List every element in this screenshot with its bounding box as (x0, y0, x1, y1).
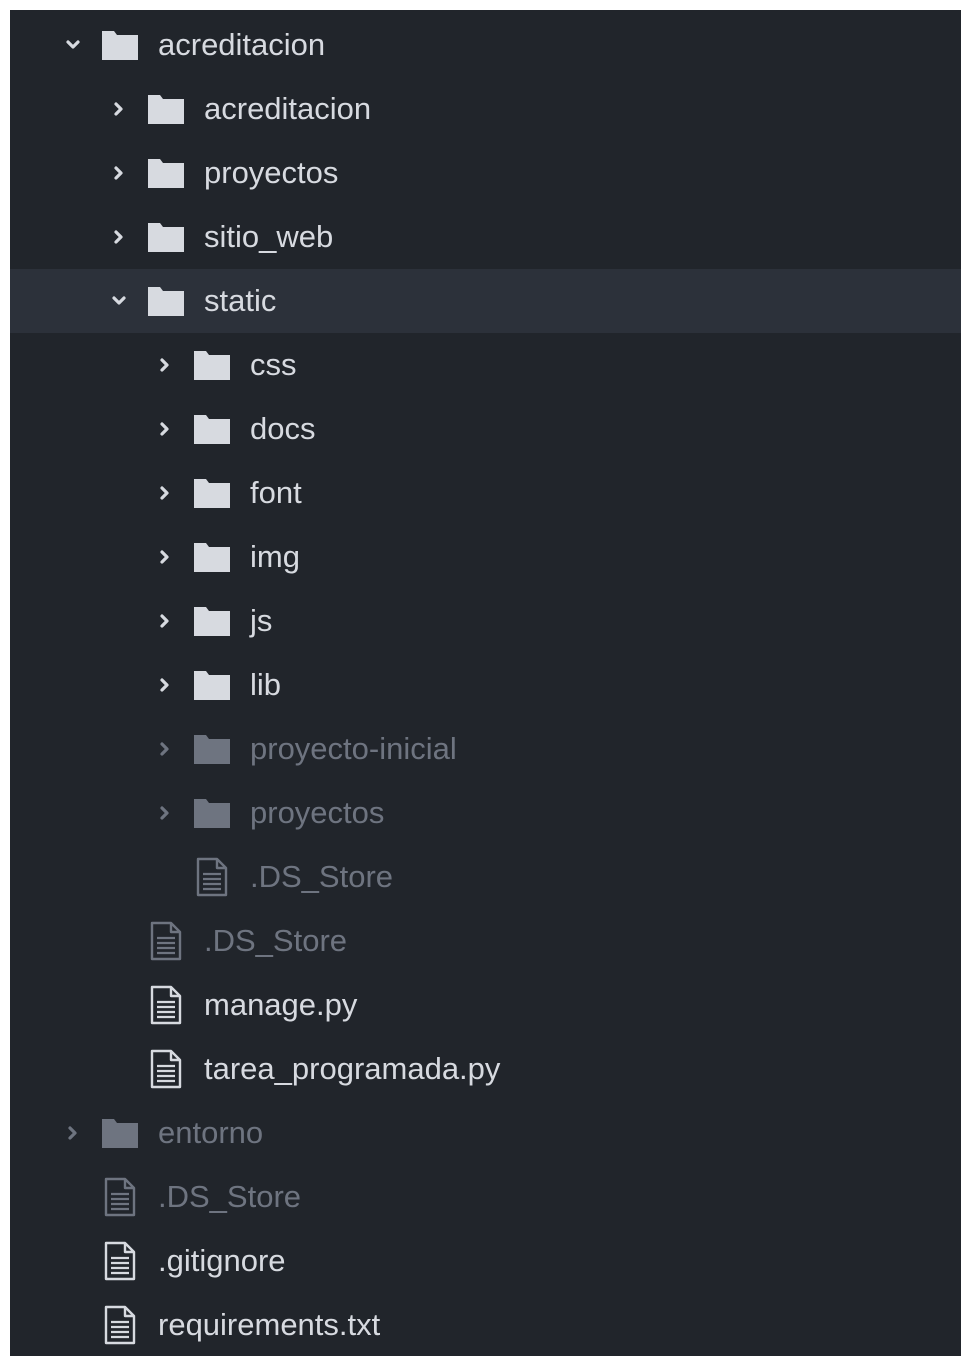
tree-row-folder-acreditacion[interactable]: acreditacion (10, 77, 961, 141)
tree-row-label: docs (250, 411, 316, 446)
file-text-icon (100, 1241, 140, 1281)
tree-row-label: img (250, 539, 300, 574)
tree-row-folder-js[interactable]: js (10, 589, 961, 653)
tree-row-file-gitignore[interactable]: .gitignore (10, 1229, 961, 1293)
tree-row-label: manage.py (204, 987, 358, 1022)
chevron-right-icon[interactable] (106, 224, 132, 250)
folder-icon (192, 601, 232, 641)
tree-row-label: static (204, 283, 277, 318)
chevron-right-icon[interactable] (152, 800, 178, 826)
chevron-right-icon[interactable] (106, 96, 132, 122)
folder-icon (146, 89, 186, 129)
chevron-right-icon[interactable] (106, 160, 132, 186)
tree-row-folder-font[interactable]: font (10, 461, 961, 525)
folder-icon (192, 665, 232, 705)
tree-row-label: tarea_programada.py (204, 1051, 501, 1086)
tree-row-label: css (250, 347, 297, 382)
chevron-right-icon[interactable] (152, 480, 178, 506)
folder-icon (100, 1113, 140, 1153)
chevron-down-icon[interactable] (60, 32, 86, 58)
tree-row-label: requirements.txt (158, 1307, 381, 1342)
tree-row-file-ds-store[interactable]: .DS_Store (10, 909, 961, 973)
folder-icon (146, 153, 186, 193)
chevron-right-icon[interactable] (152, 544, 178, 570)
chevron-right-icon[interactable] (152, 608, 178, 634)
tree-row-folder-proyectos[interactable]: proyectos (10, 781, 961, 845)
chevron-right-icon[interactable] (152, 352, 178, 378)
file-text-icon (146, 1049, 186, 1089)
folder-icon (146, 281, 186, 321)
tree-row-folder-acreditacion[interactable]: acreditacion (10, 13, 961, 77)
file-text-icon (100, 1305, 140, 1345)
chevron-right-icon[interactable] (152, 672, 178, 698)
tree-row-folder-sitio-web[interactable]: sitio_web (10, 205, 961, 269)
tree-row-folder-lib[interactable]: lib (10, 653, 961, 717)
file-text-icon (146, 985, 186, 1025)
folder-icon (146, 217, 186, 257)
file-text-icon (100, 1177, 140, 1217)
tree-row-label: acreditacion (204, 91, 372, 126)
folder-icon (100, 25, 140, 65)
folder-icon (192, 409, 232, 449)
file-text-icon (146, 921, 186, 961)
folder-icon (192, 793, 232, 833)
tree-row-file-tarea-programada-py[interactable]: tarea_programada.py (10, 1037, 961, 1101)
tree-row-label: .gitignore (158, 1243, 286, 1278)
tree-row-folder-proyecto-inicial[interactable]: proyecto-inicial (10, 717, 961, 781)
chevron-down-icon[interactable] (106, 288, 132, 314)
tree-row-folder-docs[interactable]: docs (10, 397, 961, 461)
tree-row-label: acreditacion (158, 27, 326, 62)
folder-icon (192, 473, 232, 513)
tree-row-label: sitio_web (204, 219, 334, 254)
tree-row-label: proyectos (250, 795, 385, 830)
tree-row-folder-img[interactable]: img (10, 525, 961, 589)
chevron-right-icon[interactable] (152, 416, 178, 442)
tree-row-label: js (250, 603, 273, 638)
tree-row-label: proyecto-inicial (250, 731, 457, 766)
tree-row-label: proyectos (204, 155, 339, 190)
folder-icon (192, 345, 232, 385)
tree-row-file-requirements-txt[interactable]: requirements.txt (10, 1293, 961, 1356)
tree-row-label: font (250, 475, 302, 510)
tree-row-label: lib (250, 667, 282, 702)
chevron-right-icon[interactable] (152, 736, 178, 762)
tree-row-folder-css[interactable]: css (10, 333, 961, 397)
tree-row-folder-entorno[interactable]: entorno (10, 1101, 961, 1165)
tree-row-label: .DS_Store (250, 859, 394, 894)
tree-row-file-ds-store[interactable]: .DS_Store (10, 845, 961, 909)
tree-row-folder-proyectos[interactable]: proyectos (10, 141, 961, 205)
tree-row-file-manage-py[interactable]: manage.py (10, 973, 961, 1037)
chevron-right-icon[interactable] (60, 1120, 86, 1146)
folder-icon (192, 729, 232, 769)
tree-row-file-ds-store[interactable]: .DS_Store (10, 1165, 961, 1229)
tree-row-label: .DS_Store (204, 923, 348, 958)
tree-row-label: entorno (158, 1115, 264, 1150)
tree-row-label: .DS_Store (158, 1179, 302, 1214)
file-text-icon (192, 857, 232, 897)
file-tree-panel: acreditacion acreditacion proyectos sitio_w… (10, 10, 961, 1356)
tree-row-folder-static[interactable]: static (10, 269, 961, 333)
folder-icon (192, 537, 232, 577)
